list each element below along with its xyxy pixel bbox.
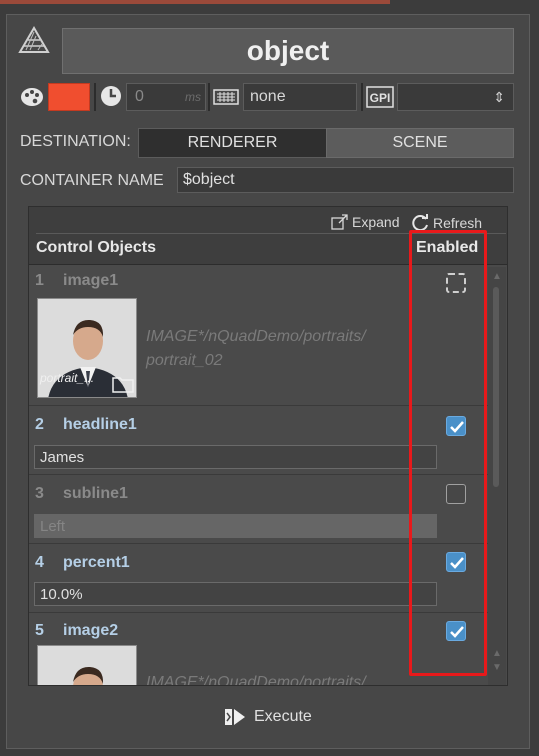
top-accent-bar <box>0 0 390 4</box>
time-value: 0 <box>135 88 144 105</box>
color-swatch[interactable] <box>48 83 90 111</box>
gem-icon <box>16 22 52 58</box>
image-path: IMAGE*/nQuadDemo/portraits/ portrait_02 <box>146 325 366 373</box>
portrait-image <box>38 646 136 685</box>
keyboard-shortcut-field[interactable]: none <box>243 83 357 111</box>
item-name: headline1 <box>63 416 137 433</box>
subline1-text-input[interactable]: Left <box>34 514 437 538</box>
expand-button[interactable]: Expand <box>331 214 399 230</box>
thumbnail-label: portrait_... <box>40 371 95 385</box>
item-number: 1 <box>35 272 44 289</box>
item-name: subline1 <box>63 485 128 502</box>
item-number: 4 <box>35 554 44 571</box>
folder-icon[interactable] <box>112 375 134 397</box>
image-thumbnail[interactable] <box>37 645 137 685</box>
keyboard-shortcut-value: none <box>250 88 286 105</box>
time-input[interactable]: 0 ms <box>126 83 206 111</box>
scrollbar-thumb[interactable] <box>493 287 499 487</box>
item-name: percent1 <box>63 554 130 571</box>
scroll-up-icon[interactable]: ▲ <box>492 271 502 282</box>
divider <box>94 83 96 111</box>
headline1-text-input[interactable]: James <box>34 445 437 469</box>
item-name: image1 <box>63 272 119 289</box>
scroll-down-icon[interactable]: ▼ <box>492 662 502 673</box>
scroll-up-icon[interactable]: ▲ <box>492 648 502 659</box>
container-name-label: CONTAINER NAME <box>20 172 164 189</box>
image-thumbnail[interactable]: portrait_... <box>37 298 137 398</box>
destination-renderer-button[interactable]: RENDERER <box>138 128 327 158</box>
execute-label: Execute <box>254 708 312 725</box>
execute-icon <box>225 709 245 725</box>
expand-label: Expand <box>352 214 400 230</box>
item-number: 5 <box>35 622 44 639</box>
destination-label: DESTINATION: <box>20 133 131 150</box>
container-name-input[interactable]: $object <box>177 167 514 193</box>
execute-button[interactable]: Execute <box>224 707 312 727</box>
gpi-select[interactable]: ⇕ <box>397 83 514 111</box>
gpi-icon: GPI <box>366 85 394 109</box>
refresh-label: Refresh <box>433 215 483 231</box>
item-number: 2 <box>35 416 44 433</box>
item-name: image2 <box>63 622 119 639</box>
image-path-line1: IMAGE*/nQuadDemo/portraits/ <box>146 328 366 345</box>
percent1-text-input[interactable]: 10.0% <box>34 582 437 606</box>
updown-arrows-icon: ⇕ <box>493 88 505 105</box>
clock-icon <box>100 85 122 107</box>
time-unit: ms <box>185 90 201 104</box>
column-header-control-objects: Control Objects <box>36 239 157 256</box>
item-number: 3 <box>35 485 44 502</box>
enabled-column-highlight <box>409 230 487 676</box>
image-path-line2: portrait_02 <box>146 352 223 369</box>
object-title[interactable]: object <box>62 28 514 74</box>
svg-text:GPI: GPI <box>370 91 391 105</box>
keyboard-icon <box>213 88 239 106</box>
image-path: IMAGE*/nQuadDemo/portraits/ <box>146 674 366 685</box>
divider <box>361 83 363 111</box>
expand-icon <box>331 214 348 230</box>
palette-icon <box>20 87 44 107</box>
destination-scene-button[interactable]: SCENE <box>326 128 514 158</box>
divider <box>208 83 210 111</box>
